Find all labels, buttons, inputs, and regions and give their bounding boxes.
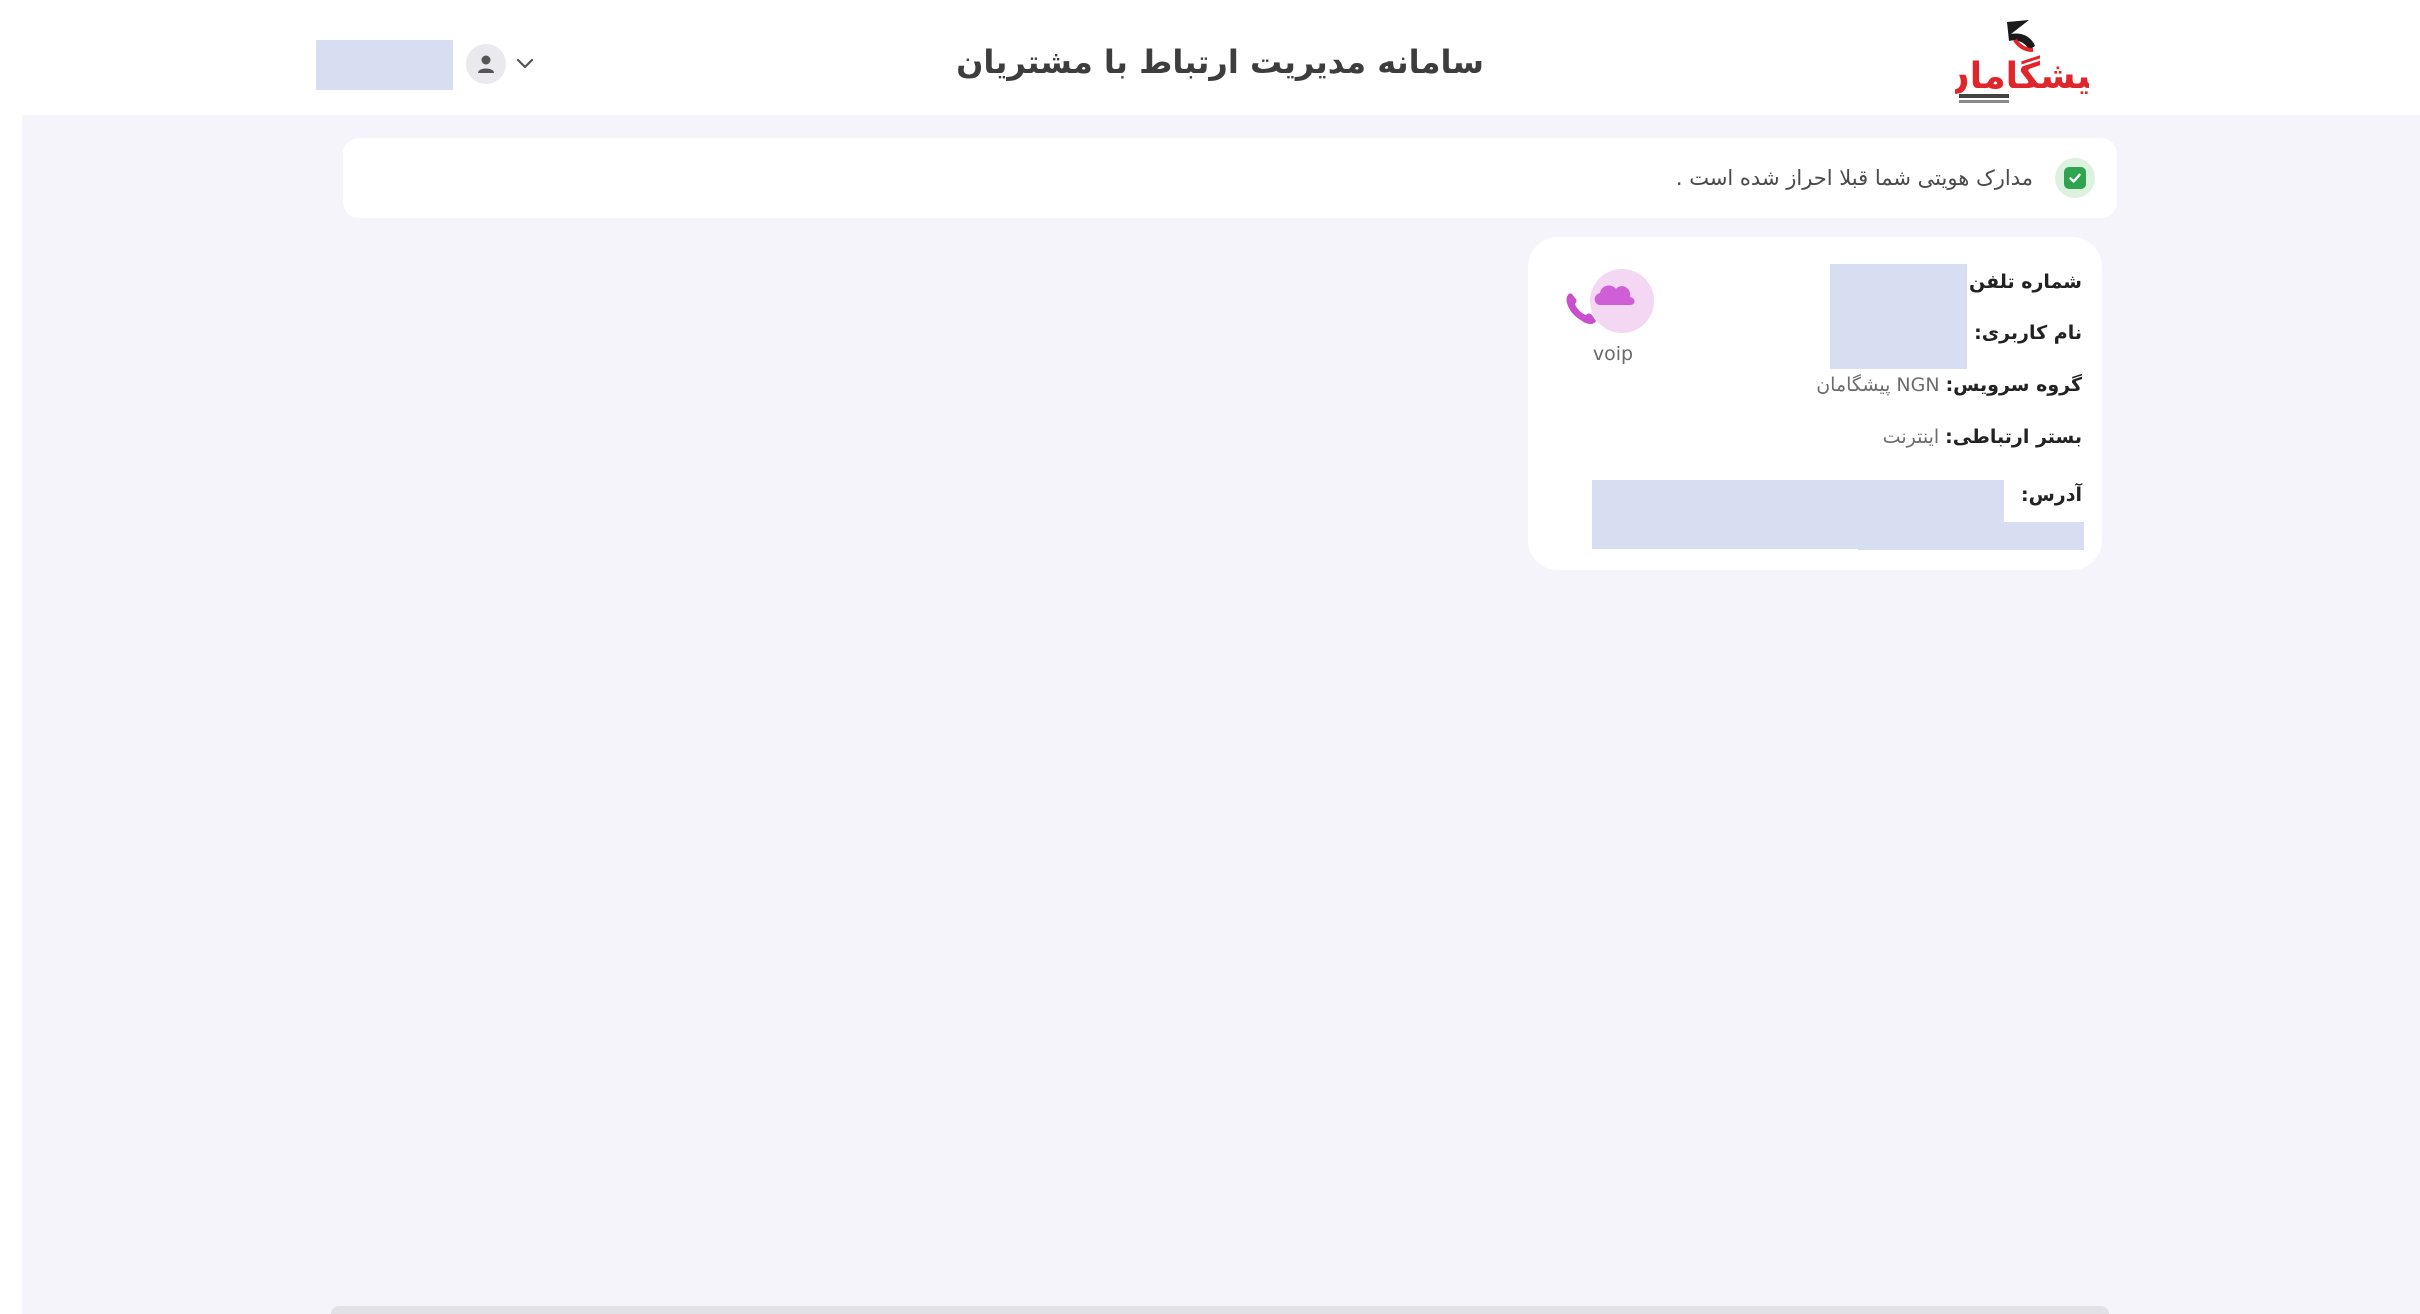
address-row: آدرس: (2015, 480, 2082, 510)
connection-row: بستر ارتباطی:اینترنت (1883, 422, 2082, 452)
service-group-label: گروه سرویس: (1945, 374, 2082, 396)
user-menu-toggle[interactable] (512, 50, 538, 76)
service-card[interactable]: شماره تلفن: نام کاربری: گروه سرویس:NGN پ… (1528, 237, 2102, 570)
user-icon (478, 55, 494, 73)
page-title: سامانه مدیریت ارتباط با مشتریان (956, 43, 1484, 81)
connection-value: اینترنت (1882, 426, 1940, 448)
verified-check-icon (2055, 158, 2095, 198)
chevron-down-icon (516, 58, 534, 69)
username-label: نام کاربری: (1974, 322, 2082, 344)
phone-username-redaction (1830, 264, 1967, 369)
footer-bar (331, 1306, 2109, 1314)
top-header: پیشگامان سامانه مدیریت ارتباط با مشتریان (0, 0, 2420, 115)
identity-verified-alert: مدارک هویتی شما قبلا احراز شده است . (343, 138, 2117, 218)
phone-row: شماره تلفن: (1955, 267, 2082, 297)
pishgaman-logo[interactable]: پیشگامان (1955, 16, 2089, 106)
voip-service-button[interactable]: voip (1558, 265, 1668, 375)
service-group-row: گروه سرویس:NGN پیشگامان (1816, 370, 2082, 400)
address-redaction-tail (1858, 522, 2084, 550)
username-row: نام کاربری: (1968, 318, 2082, 348)
connection-label: بستر ارتباطی: (1945, 426, 2082, 448)
svg-text:پیشگامان: پیشگامان (1955, 55, 2089, 97)
phone-label: شماره تلفن: (1961, 271, 2082, 293)
user-avatar-button[interactable] (466, 44, 506, 84)
voip-phone-cloud-icon (1566, 269, 1654, 333)
user-name-redacted (316, 40, 453, 90)
main-content: مدارک هویتی شما قبلا احراز شده است . شما… (22, 115, 2420, 1314)
alert-message: مدارک هویتی شما قبلا احراز شده است . (1675, 166, 2033, 190)
address-label: آدرس: (2020, 484, 2082, 506)
voip-label: voip (1592, 343, 1634, 365)
service-group-value: NGN پیشگامان (1816, 374, 1940, 396)
